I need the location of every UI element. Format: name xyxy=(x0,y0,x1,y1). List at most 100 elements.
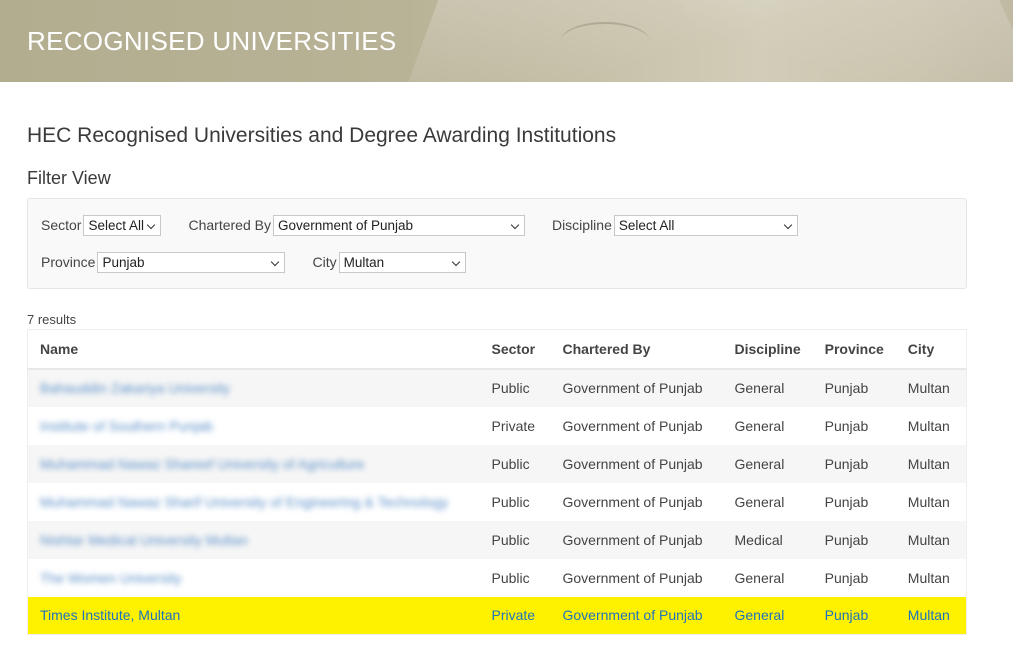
cell-chartered-by: Government of Punjab xyxy=(550,406,723,445)
city-label: City xyxy=(312,254,337,270)
page-banner: RECOGNISED UNIVERSITIES xyxy=(0,0,1013,82)
sector-select-value: Select All xyxy=(88,217,144,233)
discipline-filter: Discipline Select All xyxy=(551,214,798,236)
province-filter: Province Punjab xyxy=(41,251,286,273)
discipline-label: Discipline xyxy=(551,217,612,233)
results-count: 7 results xyxy=(27,312,77,327)
cell-sector: Public xyxy=(479,444,551,483)
filter-row: Province Punjab City Multan xyxy=(41,251,953,273)
sector-select[interactable]: Select All xyxy=(83,214,162,236)
cell-chartered-by: Government of Punjab xyxy=(550,558,723,597)
cell-city: Multan xyxy=(895,558,967,597)
cell-province: Punjab xyxy=(812,520,896,559)
table-body: Bahauddin Zakariya University Public Gov… xyxy=(27,368,967,635)
table-row: The Women University Public Government o… xyxy=(27,558,967,597)
cell-sector: Public xyxy=(479,368,551,407)
university-link[interactable]: Bahauddin Zakariya University xyxy=(40,380,230,396)
cell-discipline: General xyxy=(722,558,813,597)
table-row: Nishtar Medical University Multan Public… xyxy=(27,520,967,559)
chartered-by-select[interactable]: Government of Punjab xyxy=(272,214,525,236)
cell-city: Multan xyxy=(895,596,967,635)
cell-sector: Public xyxy=(479,558,551,597)
column-header-province[interactable]: Province xyxy=(812,329,896,370)
chevron-down-icon xyxy=(147,220,156,229)
cell-name: The Women University xyxy=(27,558,480,597)
column-header-sector[interactable]: Sector xyxy=(479,329,551,370)
cell-chartered-by: Government of Punjab xyxy=(550,520,723,559)
cell-province: Punjab xyxy=(812,558,896,597)
table-row: Muhammad Nawaz Shareef University of Agr… xyxy=(27,444,967,483)
province-select[interactable]: Punjab xyxy=(97,251,286,273)
cell-name: Muhammad Nawaz Sharif University of Engi… xyxy=(27,482,480,521)
table-row: Institute of Southern Punjab Private Gov… xyxy=(27,406,967,445)
table-row: Bahauddin Zakariya University Public Gov… xyxy=(27,368,967,407)
cell-sector: Private xyxy=(479,596,551,635)
page-title: HEC Recognised Universities and Degree A… xyxy=(27,124,617,147)
table-header-row: Name Sector Chartered By Discipline Prov… xyxy=(27,329,967,370)
filter-row: Sector Select All Chartered By Governmen… xyxy=(41,214,953,236)
chevron-down-icon xyxy=(783,220,793,229)
table-header: Name Sector Chartered By Discipline Prov… xyxy=(27,329,967,370)
cell-name: Institute of Southern Punjab xyxy=(27,406,480,445)
cell-discipline: Medical xyxy=(722,520,813,559)
university-link[interactable]: Nishtar Medical University Multan xyxy=(40,532,248,548)
cell-name: Muhammad Nawaz Shareef University of Agr… xyxy=(27,444,480,483)
province-label: Province xyxy=(41,254,96,270)
cell-discipline: General xyxy=(722,444,813,483)
cell-province: Punjab xyxy=(812,368,896,407)
province-select-value: Punjab xyxy=(102,254,145,270)
cell-name: Bahauddin Zakariya University xyxy=(27,368,480,407)
cell-city: Multan xyxy=(895,520,967,559)
column-header-discipline[interactable]: Discipline xyxy=(722,329,813,370)
cell-name: Times Institute, Multan xyxy=(27,596,480,635)
cell-discipline: General xyxy=(722,482,813,521)
filter-heading: Filter View xyxy=(27,168,111,188)
cell-province: Punjab xyxy=(812,406,896,445)
cell-province: Punjab xyxy=(812,482,896,521)
chartered-by-filter: Chartered By Government of Punjab xyxy=(188,214,525,236)
main-content: HEC Recognised Universities and Degree A… xyxy=(0,122,1013,635)
cell-city: Multan xyxy=(895,444,967,483)
cell-province: Punjab xyxy=(812,444,896,483)
chevron-down-icon xyxy=(510,220,520,229)
university-link[interactable]: Muhammad Nawaz Sharif University of Engi… xyxy=(40,494,448,510)
cell-sector: Public xyxy=(479,482,551,521)
cell-city: Multan xyxy=(895,406,967,445)
cell-chartered-by: Government of Punjab xyxy=(550,596,723,635)
banner-decoration xyxy=(674,0,1013,82)
chartered-by-select-value: Government of Punjab xyxy=(277,217,414,233)
university-link[interactable]: The Women University xyxy=(40,570,181,586)
chevron-down-icon xyxy=(271,257,280,266)
table-row: Muhammad Nawaz Sharif University of Engi… xyxy=(27,482,967,521)
universities-table: Name Sector Chartered By Discipline Prov… xyxy=(27,329,967,635)
cell-province: Punjab xyxy=(812,596,896,635)
city-select[interactable]: Multan xyxy=(338,251,466,273)
sector-label: Sector xyxy=(41,217,82,233)
university-link[interactable]: Times Institute, Multan xyxy=(40,607,180,623)
cell-discipline: General xyxy=(722,596,813,635)
cell-chartered-by: Government of Punjab xyxy=(550,482,723,521)
city-filter: City Multan xyxy=(312,251,466,273)
cell-discipline: General xyxy=(722,368,813,407)
chevron-down-icon xyxy=(451,257,460,266)
cell-sector: Private xyxy=(479,406,551,445)
cell-chartered-by: Government of Punjab xyxy=(550,368,723,407)
cell-city: Multan xyxy=(895,368,967,407)
column-header-chartered-by[interactable]: Chartered By xyxy=(550,329,723,370)
city-select-value: Multan xyxy=(343,254,385,270)
cell-chartered-by: Government of Punjab xyxy=(550,444,723,483)
column-header-city[interactable]: City xyxy=(895,329,967,370)
university-link[interactable]: Institute of Southern Punjab xyxy=(40,418,213,434)
cell-name: Nishtar Medical University Multan xyxy=(27,520,480,559)
discipline-select[interactable]: Select All xyxy=(613,214,798,236)
banner-decoration xyxy=(560,22,650,62)
cell-sector: Public xyxy=(479,520,551,559)
chartered-by-label: Chartered By xyxy=(188,217,271,233)
column-header-name[interactable]: Name xyxy=(27,329,480,370)
cell-discipline: General xyxy=(722,406,813,445)
sector-filter: Sector Select All xyxy=(41,214,162,236)
cell-city: Multan xyxy=(895,482,967,521)
university-link[interactable]: Muhammad Nawaz Shareef University of Agr… xyxy=(40,456,364,472)
filter-panel: Sector Select All Chartered By Governmen… xyxy=(27,198,967,289)
banner-title: RECOGNISED UNIVERSITIES xyxy=(27,26,397,56)
